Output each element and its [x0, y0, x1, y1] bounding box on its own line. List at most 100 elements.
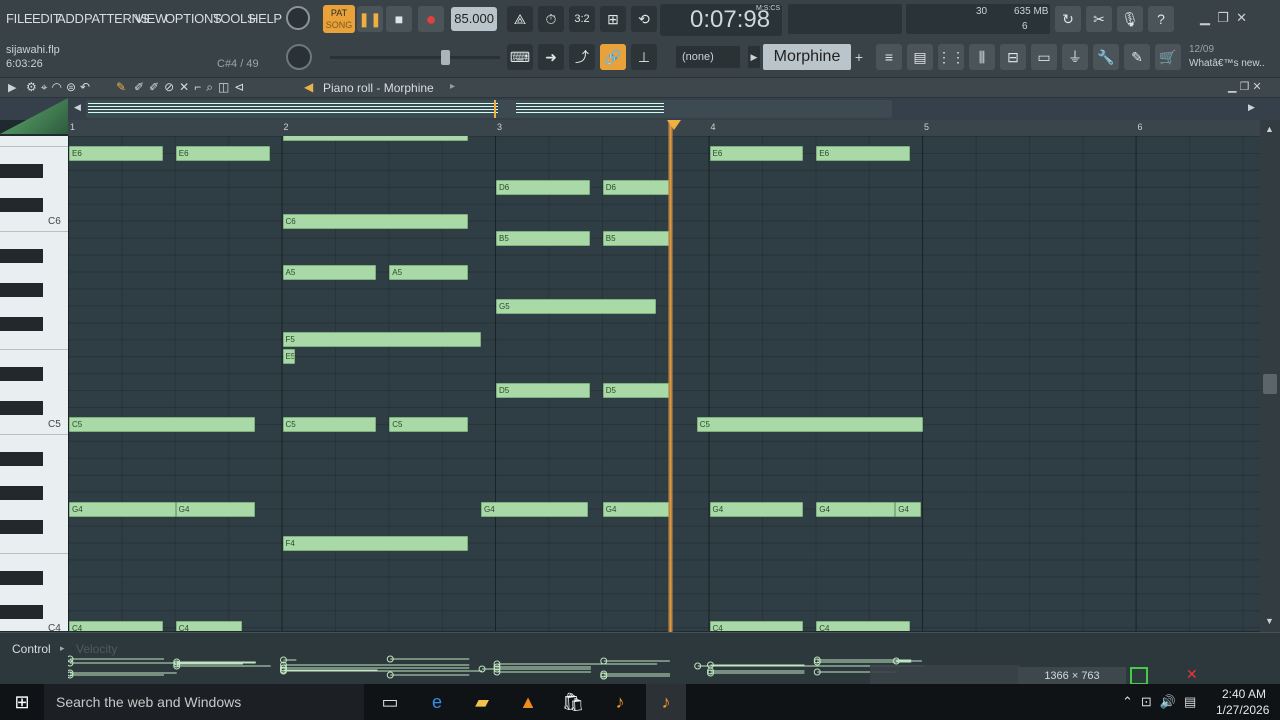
note-c6[interactable]: C6 [282, 213, 469, 229]
velocity-lanes[interactable] [68, 651, 928, 685]
window-buttons[interactable]: ▁ ❐ ✕ [1200, 10, 1247, 26]
metronome-icon[interactable]: ⟁ [507, 6, 533, 32]
note-c4[interactable]: C4 [69, 620, 163, 631]
blend-notes-icon[interactable]: ⟲ [631, 6, 657, 32]
capture-close-icon[interactable]: ✕ [1186, 666, 1198, 683]
note-overview-scroll[interactable]: ◀ ▶ [0, 98, 1280, 134]
scroll-left-icon[interactable]: ◀ [74, 102, 81, 113]
master-volume-knob[interactable] [286, 6, 310, 30]
speaker-icon[interactable]: ◀ [304, 80, 313, 94]
ruler-bar-4[interactable]: 4 [711, 122, 716, 132]
pianoroll-window-buttons[interactable]: ▁ ❐ ✕ [1228, 80, 1262, 93]
note-c5[interactable]: C5 [69, 417, 255, 433]
step-edit-icon[interactable]: ⊞ [600, 6, 626, 32]
taskbar-search[interactable]: Search the web and Windows [56, 694, 241, 710]
note-g4[interactable]: G4 [895, 501, 921, 517]
black-key[interactable] [0, 248, 43, 263]
pencil-icon[interactable]: ✎ [116, 80, 131, 94]
note-partial[interactable] [282, 136, 469, 141]
note-f4[interactable]: F4 [282, 535, 469, 551]
capture-confirm-icon[interactable] [1130, 667, 1148, 685]
note-d6[interactable]: D6 [602, 179, 669, 195]
record-button[interactable]: ● [418, 6, 444, 32]
browser-icon[interactable]: ▭ [1031, 44, 1057, 70]
instrument-name[interactable]: Morphine [763, 44, 851, 70]
curve-icon[interactable]: ⤴ [569, 44, 595, 70]
overview-thumb[interactable] [86, 100, 892, 118]
note-b5[interactable]: B5 [496, 230, 590, 246]
microphone-icon[interactable]: 🎙 [1117, 6, 1143, 32]
black-key[interactable] [0, 486, 43, 500]
brush-icon[interactable]: ✎ [1124, 44, 1150, 70]
timeline-ruler[interactable]: 1 2 3 4 5 6 [68, 120, 1260, 136]
fl-studio-active-icon[interactable]: ♪ [646, 684, 686, 720]
note-grid[interactable]: E6 E6 E6 E6 D6 D6 C6 B5 B5 A5 A5 G5 F5 E5 D5 D5 C5 C5 C5 C5… [68, 136, 1260, 631]
ruler-bar-5[interactable]: 5 [924, 122, 929, 132]
menu-help[interactable]: HELP [249, 11, 282, 26]
countdown-icon[interactable]: 3:2 [569, 6, 595, 32]
tool-icons[interactable]: ⚙⌖◠⊜↶ [26, 80, 94, 95]
note-b5[interactable]: B5 [602, 230, 669, 246]
note-e6[interactable]: E6 [69, 146, 163, 161]
arrow-right-icon[interactable]: ➜ [538, 44, 564, 70]
piano-keyboard[interactable]: C6 C5 C4 [0, 136, 68, 631]
pat-song-toggle[interactable]: PAT SONG [323, 5, 355, 33]
play-arrow-icon[interactable]: ▶ [748, 46, 760, 68]
black-key[interactable] [0, 570, 43, 585]
news-text[interactable]: Whatâ€™s new.. [1189, 58, 1265, 69]
master-slider[interactable] [330, 56, 500, 59]
control-label[interactable]: Control [12, 642, 51, 656]
tray-icons[interactable]: ⌃⊡🔊▤ [1122, 694, 1204, 710]
tempo-display[interactable]: 85.000 [451, 7, 497, 31]
piano-keyboard-icon[interactable]: ⌨ [507, 44, 533, 70]
plugin-icon[interactable]: ⏚ [1062, 44, 1088, 70]
menu-file[interactable]: FILE [6, 11, 33, 26]
master-pitch-knob[interactable] [286, 44, 312, 70]
scroll-up-icon[interactable]: ▲ [1265, 124, 1274, 134]
header-arrow-icon[interactable]: ▶ [8, 81, 16, 94]
note-g4[interactable]: G4 [602, 501, 669, 517]
cart-icon[interactable]: 🛒 [1155, 44, 1181, 70]
note-e6[interactable]: E6 [709, 146, 804, 161]
step-sequencer-icon[interactable]: ⋮⋮ [937, 44, 965, 70]
black-key[interactable] [0, 604, 43, 619]
refresh-icon[interactable]: ↻ [1055, 6, 1081, 32]
note-d5[interactable]: D5 [602, 383, 669, 399]
note-a5[interactable]: A5 [389, 264, 469, 280]
note-g4[interactable]: G4 [69, 501, 176, 517]
stamp-icon[interactable]: ⊥ [631, 44, 657, 70]
black-key[interactable] [0, 316, 43, 331]
note-a5[interactable]: A5 [282, 264, 377, 280]
vertical-scrollbar[interactable]: ▲ ▼ [1260, 120, 1280, 632]
wait-input-icon[interactable]: ⏱ [538, 6, 564, 32]
ruler-bar-1[interactable]: 1 [70, 122, 75, 132]
ruler-bar-6[interactable]: 6 [1138, 122, 1143, 132]
menu-view[interactable]: VIEW [135, 11, 167, 26]
stop-button[interactable]: ■ [386, 6, 412, 32]
edit-tool-icons[interactable]: ✐✐⊘✕⌐⌕◫⊲ [134, 80, 249, 95]
title-arrow-icon[interactable]: ▸ [450, 81, 455, 92]
scroll-thumb[interactable] [1263, 374, 1277, 394]
store-icon[interactable]: 🛍 [553, 684, 593, 720]
note-d5[interactable]: D5 [496, 383, 590, 399]
note-e5[interactable]: E5 [282, 349, 296, 365]
control-arrow-icon[interactable]: ▸ [60, 643, 65, 654]
black-key[interactable] [0, 452, 43, 467]
pause-button[interactable]: ❚❚ [357, 6, 383, 32]
add-icon[interactable]: + [852, 46, 866, 68]
menu-add[interactable]: ADD [57, 11, 84, 26]
vlc-icon[interactable]: ▲ [508, 684, 548, 720]
help-icon[interactable]: ? [1148, 6, 1174, 32]
master-slider-handle[interactable] [441, 50, 450, 65]
black-key[interactable] [0, 163, 43, 178]
scroll-down-icon[interactable]: ▼ [1265, 616, 1274, 626]
task-view-icon[interactable]: ▭ [370, 684, 410, 720]
note-c4[interactable]: C4 [816, 620, 911, 631]
note-c4[interactable]: C4 [709, 620, 804, 631]
playhead[interactable] [668, 120, 674, 632]
note-e6[interactable]: E6 [175, 146, 270, 161]
fl-studio-icon[interactable]: ♪ [600, 684, 640, 720]
black-key[interactable] [0, 401, 43, 416]
note-c4[interactable]: C4 [175, 620, 242, 631]
note-d6[interactable]: D6 [496, 179, 590, 195]
